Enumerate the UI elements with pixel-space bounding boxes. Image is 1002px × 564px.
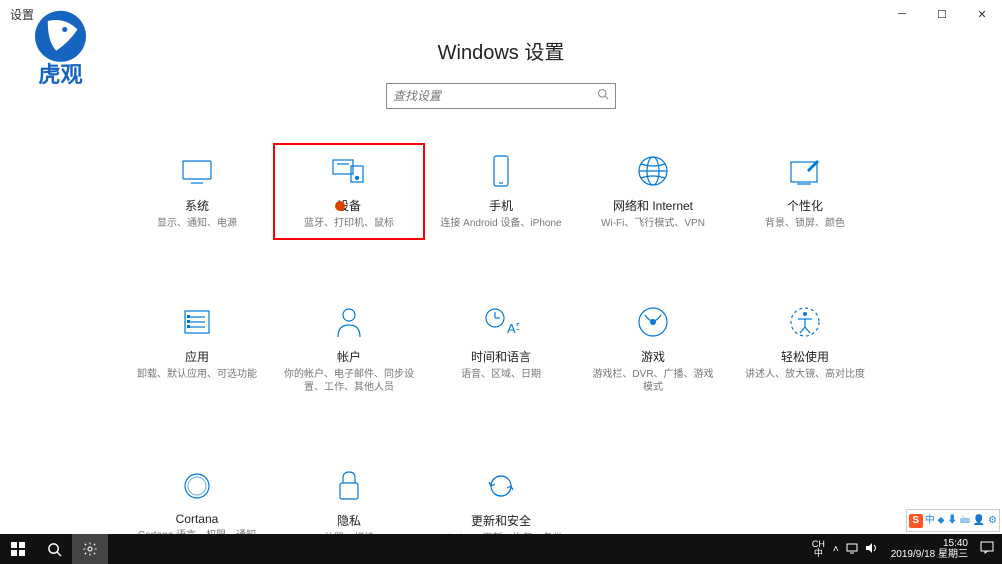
tile-desc: 讲述人、放大镜、高对比度 <box>745 368 865 381</box>
tile-title: 手机 <box>489 197 513 214</box>
tile-desc: 显示、通知、电源 <box>157 217 237 230</box>
tile-title: 应用 <box>185 348 209 365</box>
ease-of-access-icon <box>788 304 822 340</box>
tray-network-icon[interactable] <box>845 542 859 557</box>
cursor-indicator <box>335 201 345 211</box>
tile-title: Cortana <box>176 512 219 526</box>
tray-volume-icon[interactable] <box>865 542 879 557</box>
phone-icon <box>490 153 512 189</box>
tray-action-center-icon[interactable] <box>980 541 994 557</box>
tile-desc: Wi-Fi、飞行模式、VPN <box>601 217 705 230</box>
tile-desc: 游戏栏、DVR、广播、游戏模式 <box>588 368 718 394</box>
tile-desc: 你的帐户、电子邮件、同步设置、工作、其他人员 <box>284 368 414 394</box>
ime-float-badge[interactable]: S 中 ⬥ ⬇ 🖮 👤 ⚙ <box>906 509 1000 532</box>
tray-ime-indicator[interactable]: CH 中 <box>812 540 825 558</box>
update-security-icon <box>485 468 517 504</box>
tray-chevron-icon[interactable]: ˄ <box>833 544 839 555</box>
devices-icon <box>329 153 369 189</box>
tile-title: 轻松使用 <box>781 348 829 365</box>
taskbar: CH 中 ˄ 15:40 2019/9/18 星期三 <box>0 534 1002 564</box>
tile-title: 隐私 <box>337 512 361 529</box>
start-button[interactable] <box>0 534 36 564</box>
tile-desc: 蓝牙、打印机、鼠标 <box>304 217 394 230</box>
settings-task-button[interactable] <box>72 534 108 564</box>
tile-apps[interactable]: 应用 卸载、默认应用、可选功能 <box>121 294 273 404</box>
privacy-icon <box>335 468 363 504</box>
tile-personalization[interactable]: 个性化 背景、锁屏、颜色 <box>729 143 881 240</box>
ime-float-text: 中 ⬥ ⬇ 🖮 👤 ⚙ <box>925 511 997 530</box>
tile-ease-of-access[interactable]: 轻松使用 讲述人、放大镜、高对比度 <box>729 294 881 404</box>
gaming-icon <box>636 304 670 340</box>
window-controls: ─ ☐ ✕ <box>882 0 1002 28</box>
tile-title: 时间和语言 <box>471 348 531 365</box>
taskbar-clock[interactable]: 15:40 2019/9/18 星期三 <box>885 538 974 560</box>
tile-desc: 连接 Android 设备、iPhone <box>440 217 561 230</box>
tile-time-language[interactable]: A字 时间和语言 语音、区域、日期 <box>425 294 577 404</box>
system-tray: CH 中 ˄ 15:40 2019/9/18 星期三 <box>812 538 1002 560</box>
tile-title: 系统 <box>185 197 209 214</box>
close-button[interactable]: ✕ <box>962 0 1002 28</box>
tile-title: 游戏 <box>641 348 665 365</box>
tile-title: 帐户 <box>337 348 361 365</box>
search-icon <box>597 87 609 105</box>
maximize-button[interactable]: ☐ <box>922 0 962 28</box>
titlebar: 设置 ─ ☐ ✕ <box>0 0 1002 28</box>
svg-text:虎观: 虎观 <box>38 62 82 87</box>
clock-date: 2019/9/18 星期三 <box>891 549 968 560</box>
network-icon <box>636 153 670 189</box>
search-input[interactable] <box>393 89 597 103</box>
ime-logo-icon: S <box>909 514 923 528</box>
tile-accounts[interactable]: 帐户 你的帐户、电子邮件、同步设置、工作、其他人员 <box>273 294 425 404</box>
tile-desc: 背景、锁屏、颜色 <box>765 217 845 230</box>
tile-title: 个性化 <box>787 197 823 214</box>
page-title: Windows 设置 <box>0 36 1002 65</box>
clock-time: 15:40 <box>891 538 968 549</box>
cortana-icon <box>181 468 213 504</box>
time-language-icon: A字 <box>483 304 519 340</box>
apps-icon <box>181 304 213 340</box>
tile-devices[interactable]: 设备 蓝牙、打印机、鼠标 <box>273 143 425 240</box>
search-task-button[interactable] <box>36 534 72 564</box>
system-icon <box>179 153 215 189</box>
minimize-button[interactable]: ─ <box>882 0 922 28</box>
page-header: Windows 设置 <box>0 36 1002 65</box>
tile-desc: 卸载、默认应用、可选功能 <box>137 368 257 381</box>
tile-system[interactable]: 系统 显示、通知、电源 <box>121 143 273 240</box>
tile-desc: 语音、区域、日期 <box>461 368 541 381</box>
search-wrap <box>0 83 1002 109</box>
accounts-icon <box>334 304 364 340</box>
tile-phone[interactable]: 手机 连接 Android 设备、iPhone <box>425 143 577 240</box>
settings-grid: 系统 显示、通知、电源 设备 蓝牙、打印机、鼠标 手机 连接 Android 设… <box>121 143 881 555</box>
tile-gaming[interactable]: 游戏 游戏栏、DVR、广播、游戏模式 <box>577 294 729 404</box>
tile-title: 网络和 Internet <box>613 197 693 214</box>
tile-network[interactable]: 网络和 Internet Wi-Fi、飞行模式、VPN <box>577 143 729 240</box>
tile-title: 更新和安全 <box>471 512 531 529</box>
svg-text:A字: A字 <box>507 321 519 336</box>
personalization-icon <box>787 153 823 189</box>
search-box[interactable] <box>386 83 616 109</box>
watermark-logo: 虎观 <box>18 4 103 89</box>
